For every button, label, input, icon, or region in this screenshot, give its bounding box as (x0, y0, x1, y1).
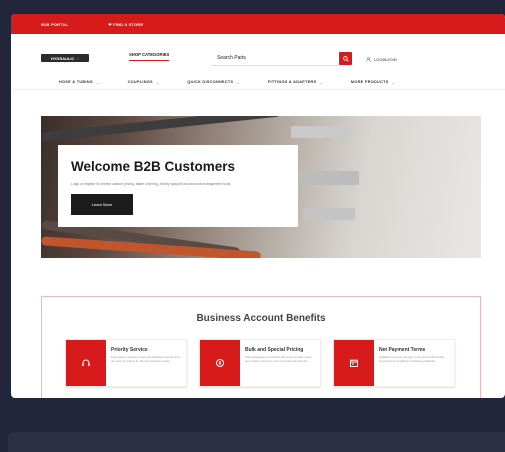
benefit-desc: Qualified accounts can pay on net terms … (379, 355, 445, 363)
search-icon (342, 55, 349, 62)
benefit-title: Net Payment Terms (379, 347, 426, 353)
logo-text: HYDRAULIC (50, 55, 75, 61)
browser-window: B2B PORTAL ❤ FIND A STORE HYDRAULIC X SHO… (11, 14, 505, 398)
benefit-title: Bulk and Special Pricing (245, 347, 304, 353)
find-store-link[interactable]: ❤ FIND A STORE (108, 22, 143, 27)
benefit-icon-box (66, 340, 106, 386)
nav-label: FITTINGS & ADAPTERS (267, 80, 317, 84)
benefits-heading: Business Account Benefits (196, 313, 326, 324)
chevron-down-icon: ⌄ (96, 81, 100, 85)
shop-categories-tab[interactable]: SHOP CATEGORIES (129, 52, 170, 61)
hero-title: Welcome B2B Customers (71, 159, 236, 174)
nav-item-quick-disconnects[interactable]: QUICK DISCONNECTS ⌄ (187, 80, 240, 85)
learn-more-button[interactable]: Learn More (71, 194, 133, 215)
benefit-icon-box (334, 340, 374, 386)
site-logo[interactable]: HYDRAULIC X (41, 54, 89, 62)
tag-icon (216, 359, 224, 367)
benefit-title: Priority Service (111, 347, 148, 353)
user-icon (366, 57, 371, 62)
nav-label: COUPLINGS (127, 80, 153, 84)
benefits-section: Business Account Benefits Priority Servi… (41, 296, 481, 398)
account-label: LOGIN/JOIN (374, 57, 397, 62)
headset-icon (82, 359, 90, 366)
benefit-card[interactable]: Priority Service Enjoy faster response t… (65, 339, 187, 387)
hero-subtitle: Login or register to receive custom pric… (71, 182, 232, 186)
background-panel (8, 432, 505, 452)
hero-banner: Welcome B2B Customers Login or register … (41, 116, 481, 258)
chevron-down-icon: ⌄ (319, 81, 323, 85)
chevron-down-icon: ⌄ (155, 81, 160, 85)
hero-image-hose (291, 126, 351, 138)
chevron-down-icon: ⌄ (236, 81, 240, 85)
benefit-desc: Enjoy faster response times and dedicate… (111, 355, 181, 363)
nav-label: HOSE & TUBING (59, 80, 94, 84)
hero-image-hose (303, 208, 355, 220)
b2b-portal-link[interactable]: B2B PORTAL (41, 22, 68, 27)
nav-item-hose[interactable]: HOSE & TUBING ⌄ (59, 80, 100, 85)
logo-accent: X (76, 55, 80, 61)
nav-label: QUICK DISCONNECTS (187, 80, 234, 84)
calendar-icon (350, 359, 358, 368)
nav-item-more[interactable]: MORE PRODUCTS ⌄ (351, 80, 395, 85)
top-utility-bar: B2B PORTAL ❤ FIND A STORE (11, 14, 505, 34)
benefit-icon-box (200, 340, 240, 386)
hero-image-hose (299, 171, 359, 185)
benefit-card[interactable]: Net Payment Terms Qualified accounts can… (333, 339, 455, 387)
hero-image-hose (41, 116, 281, 142)
benefit-card[interactable]: Bulk and Special Pricing Take advantage … (199, 339, 321, 387)
nav-item-fittings[interactable]: FITTINGS & ADAPTERS ⌄ (268, 80, 323, 85)
chevron-down-icon: ⌄ (391, 81, 396, 85)
benefit-desc: Take advantage of exclusive discounts on… (245, 355, 312, 363)
hero-card: Welcome B2B Customers Login or register … (58, 145, 298, 227)
account-link[interactable]: LOGIN/JOIN (366, 57, 397, 62)
search-input[interactable]: Search Parts (211, 52, 341, 66)
nav-item-couplings[interactable]: COUPLINGS ⌄ (128, 80, 160, 85)
nav-label: MORE PRODUCTS (350, 80, 389, 84)
main-nav: HOSE & TUBING ⌄ COUPLINGS ⌄ QUICK DISCONNE… (11, 76, 505, 90)
search-button[interactable] (339, 52, 352, 65)
